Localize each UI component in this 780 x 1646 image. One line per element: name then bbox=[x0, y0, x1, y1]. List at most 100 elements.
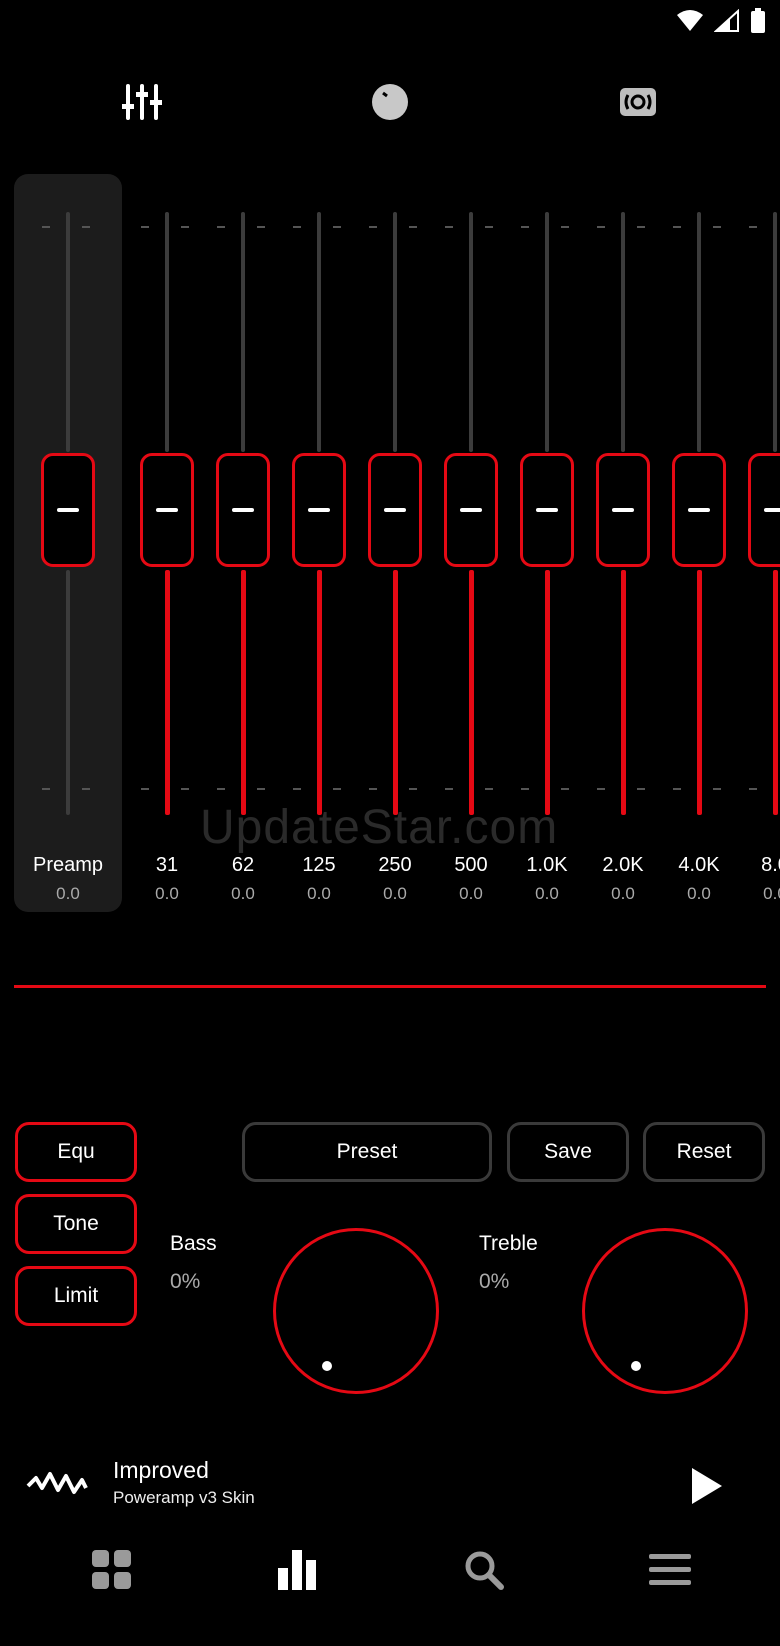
treble-knob[interactable] bbox=[582, 1228, 748, 1394]
spectrum-line bbox=[14, 985, 766, 988]
status-bar bbox=[676, 8, 766, 39]
now-playing-subtitle[interactable]: Poweramp v3 Skin bbox=[113, 1488, 255, 1508]
play-icon bbox=[690, 1468, 724, 1510]
equalizer-bars-icon bbox=[278, 1549, 318, 1595]
band-frequency-label: 125 bbox=[302, 854, 336, 876]
band-gain-value: 0.0 bbox=[155, 884, 179, 903]
band-frequency-label: 4.0K bbox=[678, 854, 720, 876]
slider-thumb[interactable] bbox=[520, 453, 574, 567]
reverb-icon bbox=[619, 87, 657, 122]
slider-thumb[interactable] bbox=[216, 453, 270, 567]
scale-tick bbox=[637, 226, 645, 228]
band-frequency-label: 2.0K bbox=[602, 854, 644, 876]
scale-tick bbox=[217, 226, 225, 228]
library-grid-icon bbox=[92, 1549, 132, 1595]
band-frequency-label: 1.0K bbox=[526, 854, 568, 876]
scale-tick bbox=[637, 788, 645, 790]
search-icon bbox=[464, 1550, 504, 1595]
scale-tick bbox=[749, 226, 757, 228]
scale-tick bbox=[333, 788, 341, 790]
band-frequency-label: 62 bbox=[231, 854, 255, 876]
band-frequency-label: 250 bbox=[378, 854, 412, 876]
scale-tick bbox=[521, 788, 529, 790]
scale-tick bbox=[369, 788, 377, 790]
bass-value: 0% bbox=[170, 1270, 201, 1293]
band-frequency-label: 8.0 bbox=[761, 854, 780, 876]
wifi-icon bbox=[676, 9, 704, 38]
scale-tick bbox=[141, 788, 149, 790]
slider-thumb[interactable] bbox=[748, 453, 780, 567]
tab-tone[interactable] bbox=[368, 82, 412, 126]
tone-button[interactable]: Tone bbox=[15, 1194, 137, 1254]
cell-signal-icon bbox=[713, 8, 740, 38]
nav-library[interactable] bbox=[88, 1548, 136, 1596]
slider-track-filled bbox=[317, 570, 322, 815]
scale-tick bbox=[217, 788, 225, 790]
play-button[interactable] bbox=[690, 1466, 724, 1511]
scale-tick bbox=[561, 788, 569, 790]
slider-track-filled bbox=[241, 570, 246, 815]
tab-reverb[interactable] bbox=[616, 82, 660, 126]
slider-thumb[interactable] bbox=[41, 453, 95, 567]
bass-knob-indicator bbox=[322, 1361, 332, 1371]
slider-thumb[interactable] bbox=[444, 453, 498, 567]
scale-tick bbox=[445, 226, 453, 228]
band-gain-value: 0.0 bbox=[231, 884, 255, 903]
band-gain-value: 0.0 bbox=[611, 884, 635, 903]
slider-track-filled bbox=[621, 570, 626, 815]
now-playing-title[interactable]: Improved bbox=[113, 1457, 209, 1484]
scale-tick bbox=[521, 226, 529, 228]
nav-search[interactable] bbox=[460, 1548, 508, 1596]
slider-track bbox=[773, 212, 777, 452]
preamp-value: 0.0 bbox=[56, 884, 80, 903]
slider-track-filled bbox=[773, 570, 778, 815]
band-gain-value: 0.0 bbox=[535, 884, 559, 903]
tab-equalizer[interactable] bbox=[120, 82, 164, 126]
slider-thumb[interactable] bbox=[368, 453, 422, 567]
slider-thumb[interactable] bbox=[140, 453, 194, 567]
nav-equalizer[interactable] bbox=[274, 1548, 322, 1596]
bass-knob[interactable] bbox=[273, 1228, 439, 1394]
equalizer-sliders-icon bbox=[122, 82, 162, 127]
reset-button[interactable]: Reset bbox=[643, 1122, 765, 1182]
waveform-logo-icon bbox=[26, 1468, 88, 1503]
slider-track bbox=[66, 212, 70, 452]
equ-button[interactable]: Equ bbox=[15, 1122, 137, 1182]
slider-thumb[interactable] bbox=[672, 453, 726, 567]
scale-tick bbox=[181, 226, 189, 228]
watermark: UpdateStar.com bbox=[200, 801, 559, 854]
scale-tick bbox=[713, 788, 721, 790]
scale-tick bbox=[749, 788, 757, 790]
band-gain-value: 0.0 bbox=[687, 884, 711, 903]
slider-thumb[interactable] bbox=[596, 453, 650, 567]
nav-menu[interactable] bbox=[646, 1548, 694, 1596]
band-gain-value: 0.0 bbox=[763, 884, 780, 903]
menu-icon bbox=[649, 1552, 691, 1593]
slider-track-filled bbox=[165, 570, 170, 815]
scale-tick bbox=[293, 226, 301, 228]
treble-value: 0% bbox=[479, 1270, 510, 1293]
slider-track bbox=[545, 212, 549, 452]
slider-track-filled bbox=[545, 570, 550, 815]
limit-button[interactable]: Limit bbox=[15, 1266, 137, 1326]
scale-tick bbox=[257, 226, 265, 228]
scale-tick bbox=[409, 226, 417, 228]
preamp-label: Preamp bbox=[32, 854, 104, 876]
scale-tick bbox=[713, 226, 721, 228]
scale-tick bbox=[409, 788, 417, 790]
band-frequency-label: 500 bbox=[454, 854, 488, 876]
scale-tick bbox=[369, 226, 377, 228]
slider-track bbox=[317, 212, 321, 452]
slider-track bbox=[165, 212, 169, 452]
slider-thumb[interactable] bbox=[292, 453, 346, 567]
scale-tick bbox=[673, 788, 681, 790]
scale-tick bbox=[293, 788, 301, 790]
scale-tick bbox=[42, 788, 50, 790]
scale-tick bbox=[561, 226, 569, 228]
tone-knob-icon bbox=[371, 83, 409, 126]
save-button[interactable]: Save bbox=[507, 1122, 629, 1182]
preset-button[interactable]: Preset bbox=[242, 1122, 492, 1182]
slider-track bbox=[469, 212, 473, 452]
scale-tick bbox=[181, 788, 189, 790]
scale-tick bbox=[445, 788, 453, 790]
